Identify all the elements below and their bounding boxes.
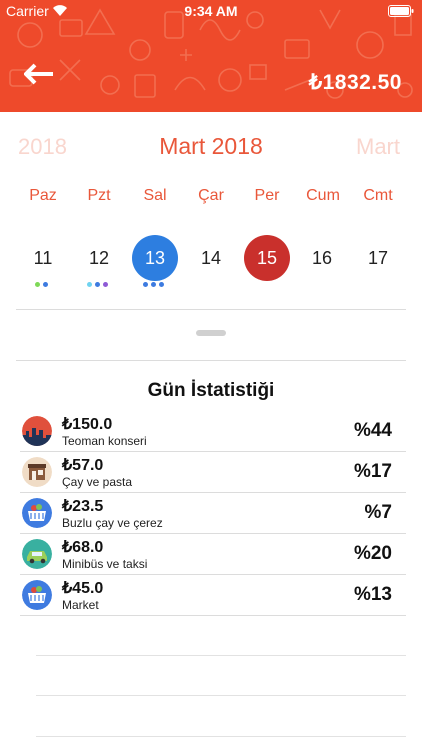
arrow-left-icon: [24, 63, 53, 85]
weekday-header-row: Paz Pzt Sal Çar Per Cum Cmt: [0, 187, 422, 209]
month-selector: 2018 Mart 2018 Mart: [0, 130, 422, 162]
weekday-label: Per: [254, 187, 280, 204]
stat-row[interactable]: ₺23.5 Buzlu çay ve çerez %7: [20, 493, 406, 534]
day-cell[interactable]: 16: [299, 235, 345, 281]
row-divider: [20, 615, 406, 616]
calendar-divider: [16, 309, 406, 310]
day-number: 13: [144, 247, 166, 268]
shopping-basket-icon: [22, 580, 52, 610]
event-dot: [35, 282, 40, 287]
stat-percent: %17: [353, 461, 392, 482]
empty-row-divider: [36, 695, 406, 696]
event-dot: [143, 282, 148, 287]
event-dot: [151, 282, 156, 287]
stat-name: Teoman konseri: [62, 434, 147, 448]
stat-name: Market: [62, 598, 99, 612]
event-dot: [159, 282, 164, 287]
event-dot: [103, 282, 108, 287]
weekday-label: Paz: [29, 187, 57, 204]
event-dots: [143, 282, 164, 288]
weekday-label: Cum: [306, 187, 340, 204]
stat-amount: ₺68.0: [62, 539, 104, 556]
weekday-label: Pzt: [87, 187, 111, 204]
weekday-label: Çar: [198, 187, 224, 204]
event-dot: [43, 282, 48, 287]
stat-name: Buzlu çay ve çerez: [62, 516, 163, 530]
empty-row-divider: [36, 736, 406, 737]
balance-amount: ₺1832.50: [308, 71, 402, 94]
stat-percent: %20: [353, 543, 392, 564]
drag-handle[interactable]: [196, 330, 226, 336]
stat-amount: ₺150.0: [62, 416, 113, 433]
day-number: 12: [88, 247, 110, 268]
event-dots: [35, 282, 48, 288]
day-cell[interactable]: 17: [355, 235, 401, 281]
day-number: 17: [367, 247, 389, 268]
stat-row[interactable]: ₺150.0 Teoman konseri %44: [20, 411, 406, 452]
weekday-label: Sal: [143, 187, 167, 204]
stat-row[interactable]: ₺45.0 Market %13: [20, 575, 406, 616]
month-next[interactable]: Mart: [356, 134, 400, 160]
stat-amount: ₺57.0: [62, 457, 104, 474]
day-number: 14: [200, 247, 222, 268]
city-skyline-icon: [22, 416, 52, 446]
stats-title: Gün İstatistiği: [147, 380, 275, 401]
battery-icon: [388, 5, 414, 17]
day-cell[interactable]: 13: [132, 235, 178, 281]
day-number: 15: [256, 247, 278, 268]
stat-row[interactable]: ₺68.0 Minibüs ve taksi %20: [20, 534, 406, 575]
stat-name: Çay ve pasta: [62, 475, 133, 489]
car-icon: [22, 539, 52, 569]
weekday-label: Cmt: [363, 187, 393, 204]
stat-amount: ₺45.0: [62, 580, 104, 597]
event-dots: [87, 282, 108, 288]
day-number: 11: [33, 247, 53, 268]
cafe-shop-icon: [22, 457, 52, 487]
status-time: 9:34 AM: [184, 3, 238, 19]
stat-percent: %44: [353, 420, 392, 441]
day-cell[interactable]: 14: [188, 235, 234, 281]
section-divider: [16, 360, 406, 361]
stat-name: Minibüs ve taksi: [62, 557, 148, 571]
day-number: 16: [311, 247, 333, 268]
event-dot: [87, 282, 92, 287]
stat-percent: %13: [353, 584, 392, 605]
empty-row-divider: [36, 655, 406, 656]
stat-percent: %7: [364, 502, 392, 523]
week-days-row: 11 12 13 14 15 16 17: [0, 235, 422, 295]
back-button[interactable]: [22, 60, 56, 88]
day-cell[interactable]: 15: [244, 235, 290, 281]
event-dot: [95, 282, 100, 287]
stat-amount: ₺23.5: [62, 498, 104, 515]
shopping-basket-icon: [22, 498, 52, 528]
status-bar: Carrier 9:34 AM: [0, 0, 422, 22]
day-cell[interactable]: 11: [20, 235, 66, 281]
header: Carrier 9:34 AM ₺1832.50: [0, 0, 422, 112]
stat-row[interactable]: ₺57.0 Çay ve pasta %17: [20, 452, 406, 493]
day-cell[interactable]: 12: [76, 235, 122, 281]
